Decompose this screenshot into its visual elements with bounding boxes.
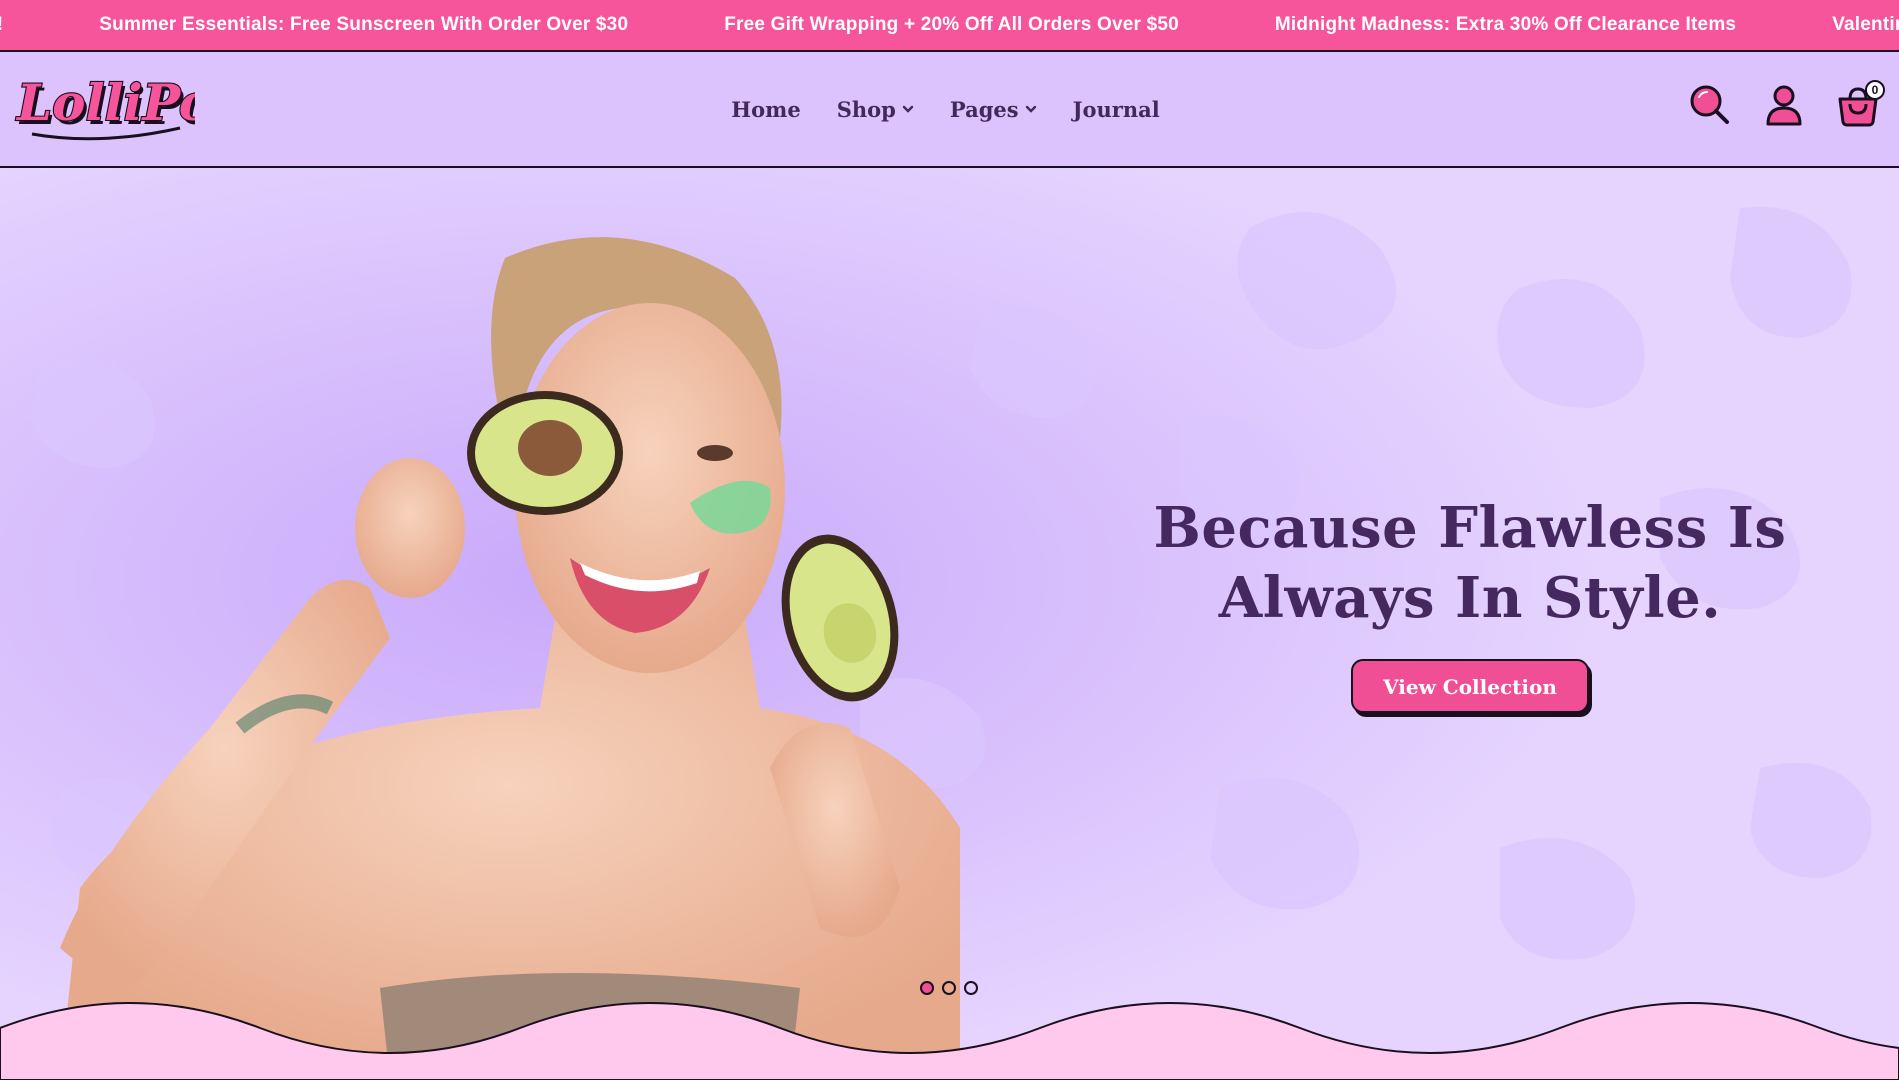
hero-title-line1: Because Flawless Is — [1153, 495, 1787, 561]
announcement-item[interactable]: Midnight Madness: Extra 30% Off Clearanc… — [1275, 14, 1736, 36]
header-actions: 0 — [1687, 80, 1885, 128]
site-header: LolliPop LolliPop Home Shop Pages Journa… — [0, 52, 1899, 168]
cart-button[interactable]: 0 — [1835, 80, 1885, 128]
chevron-down-icon — [1025, 105, 1036, 113]
hero-title-line2: Always In Style. — [1218, 565, 1722, 631]
view-collection-button[interactable]: View Collection — [1351, 659, 1589, 713]
main-nav: Home Shop Pages Journal — [0, 52, 1899, 166]
announcement-track: y! Summer Essentials: Free Sunscreen Wit… — [0, 0, 1899, 50]
chevron-down-icon — [902, 105, 914, 113]
nav-journal-label: Journal — [1072, 96, 1160, 122]
announcement-item[interactable]: Valentine's Sp — [1832, 14, 1899, 36]
hero-model-image — [60, 237, 960, 1080]
nav-home-label: Home — [731, 96, 801, 122]
hero-title: Because Flawless Is Always In Style. — [1150, 493, 1790, 633]
account-icon[interactable] — [1761, 82, 1807, 128]
hero-slider: Because Flawless Is Always In Style. Vie… — [0, 168, 1899, 1080]
nav-shop[interactable]: Shop — [837, 97, 914, 122]
nav-pages-label: Pages — [949, 96, 1019, 122]
hero-copy: Because Flawless Is Always In Style. Vie… — [1150, 493, 1790, 713]
announcement-item[interactable]: y! — [0, 14, 3, 36]
announcement-item[interactable]: Summer Essentials: Free Sunscreen With O… — [99, 14, 628, 36]
nav-shop-label: Shop — [836, 96, 896, 122]
cart-count-badge: 0 — [1865, 80, 1885, 100]
search-icon[interactable] — [1687, 82, 1733, 128]
nav-journal[interactable]: Journal — [1073, 97, 1160, 122]
nav-pages[interactable]: Pages — [950, 97, 1037, 122]
announcement-item[interactable]: Free Gift Wrapping + 20% Off All Orders … — [724, 14, 1179, 36]
nav-home[interactable]: Home — [731, 97, 800, 122]
hero-bottom-wave — [0, 1002, 1899, 1080]
announcement-bar: y! Summer Essentials: Free Sunscreen Wit… — [0, 0, 1899, 52]
